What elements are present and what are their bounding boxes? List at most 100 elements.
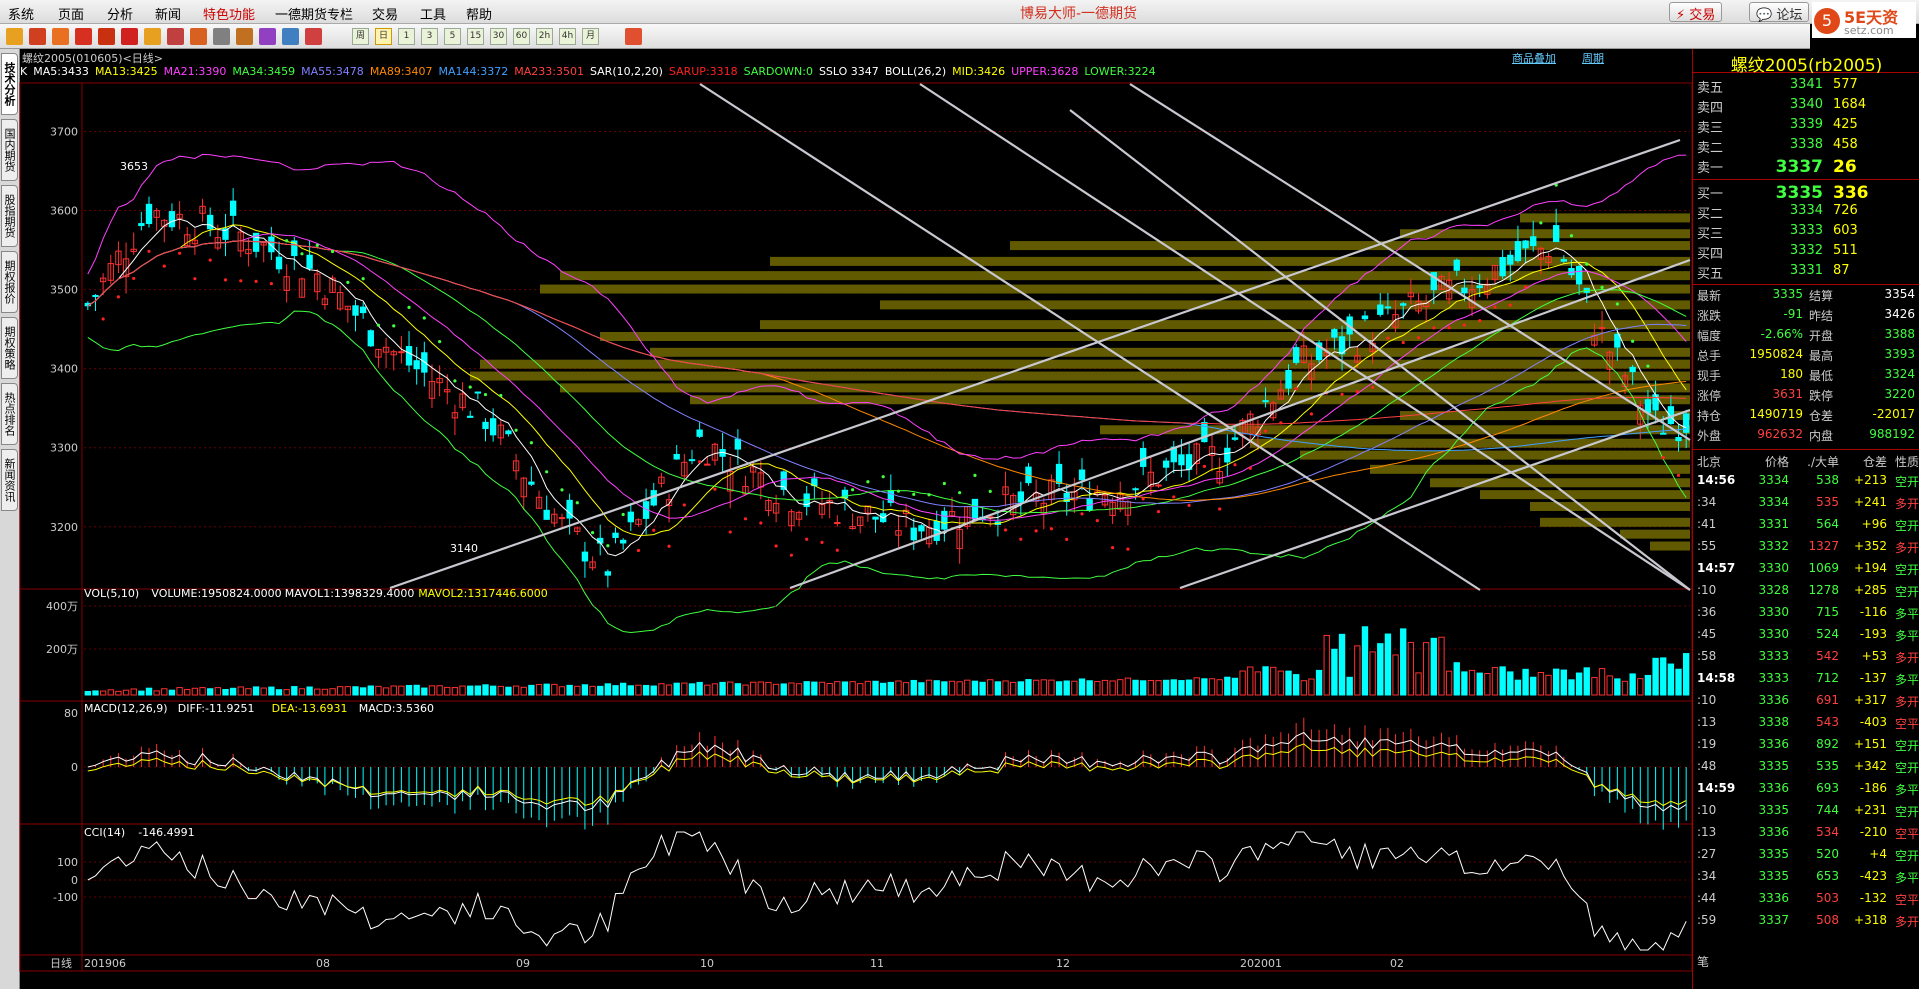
candle-body [92,295,99,298]
volume-bar [948,680,956,696]
sar-dot [1172,495,1176,499]
tick-time: :36 [1697,605,1717,619]
sar-dot [453,379,457,383]
kline-chart[interactable]: 3700 3600 3500 3400 3300 3200 3653 3140 400万 200万… [0,0,1692,989]
volume-bar [451,687,459,696]
tick-oi-change: -116 [1859,605,1887,619]
tick-row: :44 3336 503 -132 空平 [1693,891,1919,913]
candle-body [306,254,313,269]
volume-bar [229,687,237,696]
tick-time: 14:57 [1697,561,1736,575]
volume-bar [826,682,833,696]
sar-dot [698,460,702,464]
sar-dot [483,392,488,397]
sar-dot [835,548,839,552]
tick-price: 3331 [1758,517,1789,531]
volume-bar [497,685,504,696]
volume-bar [1270,666,1277,696]
volume-bar [681,682,688,696]
candle-body [1338,336,1346,355]
tick-price: 3335 [1758,869,1789,883]
bid-row: 买一 3335 336 [1693,183,1919,203]
volume-bar [1285,670,1292,696]
candle-body [268,236,275,253]
volume-bar [528,684,535,696]
forum-button[interactable]: 💬 论坛 [1749,2,1810,23]
volume-bar [1667,663,1675,696]
volume-bar [1300,680,1307,696]
volume-bar [727,681,734,696]
volume-bar [1682,653,1690,696]
tick-oi-change: +342 [1854,759,1887,773]
volume-bar [1063,680,1070,696]
volume-bar [1239,670,1246,696]
volume-bar [306,686,313,696]
candle-body [1476,285,1483,289]
sar-dot [896,489,901,493]
volume-profile-bar [1430,478,1690,488]
ticks-header-cell: 价格 [1764,455,1789,469]
candle-body [1575,266,1583,285]
footer-tab[interactable]: 笔 [1697,953,1709,970]
volume-bar [1438,636,1445,696]
volume-bar [994,681,1002,696]
cci-panel [19,823,1692,956]
volume-bar [1415,672,1422,696]
candle-body [138,223,145,227]
tick-oi-change: +4 [1869,847,1887,861]
tick-nature: 空开 [1894,739,1919,753]
tick-size: 715 [1816,605,1839,619]
quote-title: 螺纹2005(rb2005) [1693,49,1919,76]
ticks-divider [1693,449,1919,450]
tick-price: 3330 [1758,605,1789,619]
tick-time: :13 [1697,715,1717,729]
ask-volume: 26 [1833,157,1857,177]
stat-value: 3388 [1884,327,1915,341]
sar-dot [682,503,686,507]
candle-body [1224,447,1231,463]
volume-bar [1323,634,1330,696]
volume-bar [1514,679,1522,696]
ask-row: 卖一 3337 26 [1693,157,1919,177]
volume-profile-bar [470,371,1690,381]
volume-profile-bar [1650,541,1690,551]
ask-label: 卖四 [1697,101,1724,116]
tick-price: 3335 [1758,847,1789,861]
volume-bar [1354,645,1361,696]
sar-dot [1600,285,1604,289]
volume-bar [176,687,183,696]
price-tick-3: 3400 [50,363,78,376]
tick-price: 3336 [1758,781,1789,795]
candle-body [474,391,482,394]
volume-bar [1017,681,1025,696]
volume-profile-bar [1620,529,1690,539]
stat-label: 涨跌 [1697,309,1722,323]
sar-dot [1141,497,1145,501]
tick-row: :55 3332 1327 +352 多开 [1693,539,1919,561]
tick-row: :10 3336 691 +317 多开 [1693,693,1919,715]
book-divider [1693,179,1919,180]
volume-profile-bar [770,256,1690,266]
volume-bar [168,689,176,696]
x-label-6: 202001 [1240,957,1282,970]
candle-body [1361,315,1369,320]
tick-nature: 空平 [1894,893,1919,907]
volume-bar [849,681,856,696]
tick-nature: 多开 [1894,695,1919,709]
quote-panel: 螺纹2005(rb2005) 卖五 3341 577 卖四 3340 1684 卖三 3339… [1692,49,1919,989]
volume-bar [1002,680,1009,696]
volume-bar [1652,657,1659,696]
stat-row: 现手 180 最低 3324 [1693,367,1919,387]
tick-oi-change: +317 [1854,693,1887,707]
bid-volume: 87 [1833,263,1850,278]
volume-bar [1522,668,1529,696]
volume-bar [352,686,359,696]
candle-body [1629,366,1636,373]
tick-oi-change: -137 [1859,671,1887,685]
volume-bar [1231,677,1239,696]
cci-tick-2: -100 [53,891,78,904]
volume-bar [1185,679,1193,696]
ask-volume: 1684 [1833,97,1867,112]
tick-row: :27 3335 520 +4 空开 [1693,847,1919,869]
stat-row: 总手 1950824 最高 3393 [1693,347,1919,367]
